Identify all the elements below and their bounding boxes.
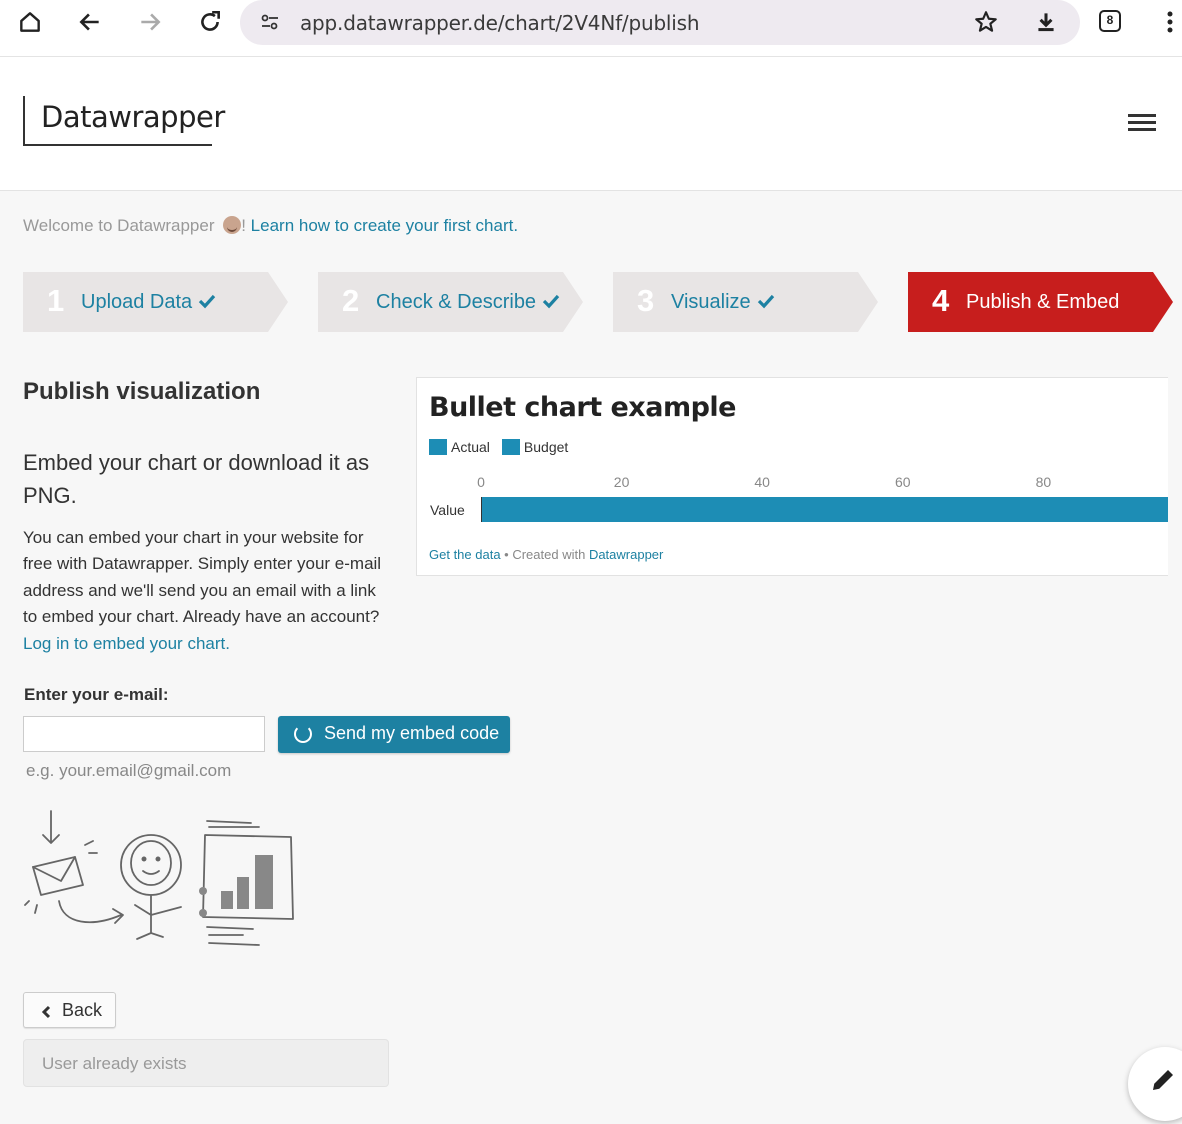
checkmark-icon [757, 294, 774, 309]
step-label: Upload Data [81, 291, 216, 314]
row-label: Value [430, 502, 465, 518]
welcome-message: Welcome to Datawrapper ! Learn how to cr… [23, 216, 519, 235]
url-text[interactable]: app.datawrapper.de/chart/2V4Nf/publish [300, 11, 700, 35]
chart-legend: Actual Budget [429, 439, 580, 455]
forward-arrow-icon[interactable] [130, 2, 170, 42]
step-number: 4 [932, 283, 950, 318]
embed-illustration [24, 810, 294, 946]
login-link[interactable]: Log in to embed your chart. [23, 634, 230, 653]
alert-text: User already exists [42, 1054, 187, 1073]
legend-swatch [501, 439, 520, 455]
back-arrow-icon[interactable] [70, 2, 110, 42]
site-settings-icon[interactable] [250, 2, 290, 42]
smiley-icon [223, 216, 242, 234]
chart-preview: Bullet chart example Actual Budget 0 20 40… [416, 377, 1168, 576]
tutorial-link[interactable]: Learn how to create your first chart. [251, 216, 518, 235]
x-tick-label: 20 [613, 474, 630, 490]
x-tick-label: 60 [895, 474, 911, 490]
email-label: Enter your e-mail: [24, 685, 169, 704]
address-bar[interactable]: app.datawrapper.de/chart/2V4Nf/publish [240, 0, 1080, 45]
pencil-icon [1153, 1070, 1173, 1090]
x-tick-label: 80 [1035, 474, 1052, 490]
step-label: Check & Describe [376, 291, 560, 314]
step-number: 3 [637, 283, 655, 318]
chart-title: Bullet chart example [429, 392, 736, 423]
app-header: Datawrapper [0, 57, 1182, 191]
back-button[interactable]: Back [23, 992, 116, 1028]
email-field[interactable] [23, 716, 265, 752]
step-number: 1 [47, 283, 65, 318]
send-embed-code-button[interactable]: Send my embed code [278, 716, 510, 753]
datawrapper-link[interactable]: Datawrapper [589, 547, 663, 562]
menu-icon[interactable] [1128, 114, 1156, 134]
embed-subheading: Embed your chart or download it as PNG. [23, 450, 370, 508]
bar-track [481, 497, 1168, 522]
x-tick-label: 40 [754, 474, 770, 490]
legend-item-actual: Actual [429, 439, 490, 455]
loading-spinner-icon [294, 725, 312, 743]
chevron-left-icon [41, 1005, 51, 1019]
publish-heading: Publish visualization [23, 378, 261, 405]
x-tick-label: 0 [477, 474, 485, 490]
step-label: Publish & Embed [966, 291, 1120, 313]
download-icon[interactable] [1026, 2, 1066, 42]
reload-icon[interactable] [190, 2, 230, 42]
welcome-text: Welcome to Datawrapper [23, 216, 220, 235]
edit-fab-button[interactable] [1128, 1047, 1182, 1121]
checkmark-icon [199, 294, 216, 309]
step-label: Visualize [671, 291, 775, 314]
legend-swatch [429, 439, 447, 455]
tabs-icon[interactable]: 8 [1099, 10, 1121, 32]
email-hint: e.g. your.email@gmail.com [26, 761, 232, 780]
bar-value [481, 497, 1168, 522]
home-icon[interactable] [10, 2, 50, 42]
checkmark-icon [542, 294, 560, 309]
more-vert-icon[interactable] [1150, 2, 1182, 42]
step-number: 2 [342, 283, 360, 318]
legend-item-budget: Budget [501, 439, 568, 455]
logo-text[interactable]: Datawrapper [41, 100, 225, 134]
logo[interactable]: Datawrapper [23, 96, 225, 146]
chart-credits: Get the data • Created with Datawrapper [429, 547, 664, 562]
embed-description: You can embed your chart in your website… [23, 528, 382, 653]
browser-toolbar: app.datawrapper.de/chart/2V4Nf/publish 8 [0, 0, 1182, 57]
get-data-link[interactable]: Get the data [429, 547, 501, 562]
star-icon[interactable] [966, 2, 1006, 42]
error-alert: User already exists [23, 1039, 389, 1087]
